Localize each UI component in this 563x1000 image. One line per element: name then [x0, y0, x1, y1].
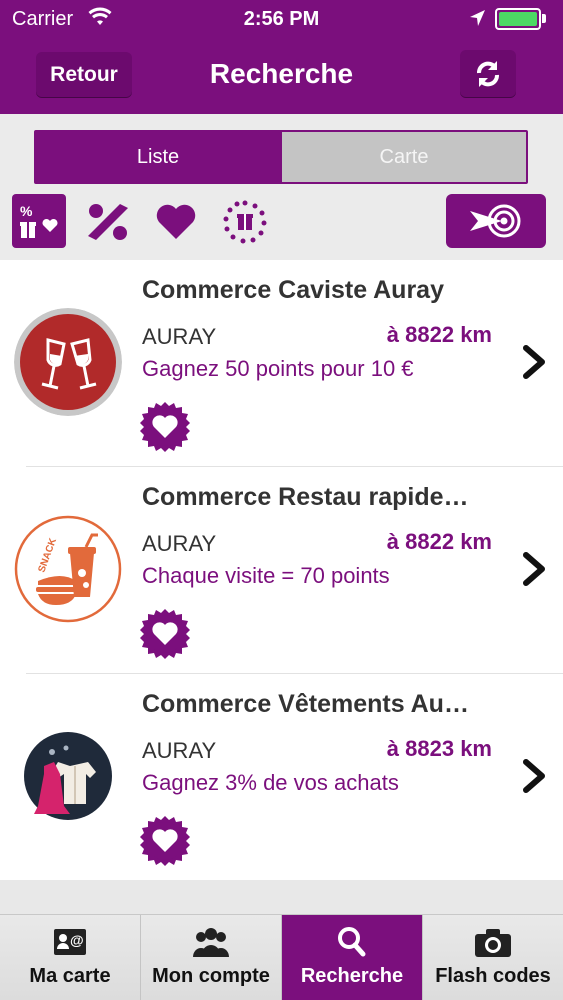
dotted-gift-icon	[223, 200, 267, 244]
favorite-badge-icon[interactable]	[138, 814, 192, 868]
locate-button[interactable]	[446, 194, 546, 248]
results-list: Commerce Caviste Auray AURAY à 8822 km G…	[0, 260, 563, 880]
merchant-name: Commerce Restau rapide…	[142, 483, 469, 511]
tab-map-label: Carte	[379, 145, 429, 168]
percent-icon	[88, 204, 128, 240]
list-bottom-spacer	[0, 880, 563, 914]
merchant-promo: Gagnez 50 points pour 10 €	[142, 356, 414, 381]
snack-icon: SNACK	[14, 515, 122, 623]
filter-all-button[interactable]: %	[12, 194, 66, 248]
merchant-name: Commerce Vêtements Au…	[142, 690, 469, 718]
chevron-right-icon	[523, 552, 545, 586]
location-arrow-icon	[470, 10, 485, 26]
chevron-right-icon	[523, 759, 545, 793]
tab-recherche-label: Recherche	[300, 965, 404, 987]
favorite-badge-icon[interactable]	[138, 400, 192, 454]
tab-bar: @ Ma carte Mon compte Recherche Flash co…	[0, 914, 563, 1000]
refresh-button[interactable]	[460, 50, 516, 98]
tab-mon-compte[interactable]: Mon compte	[141, 915, 282, 1000]
clothes-icon	[24, 732, 112, 820]
svg-text:@: @	[70, 932, 84, 948]
chevron-right-icon	[523, 345, 545, 379]
list-item[interactable]: Commerce Caviste Auray AURAY à 8822 km G…	[0, 260, 563, 467]
merchant-distance: à 8822 km	[386, 529, 492, 554]
id-card-icon: @	[54, 929, 86, 955]
filter-percent-button[interactable]	[82, 194, 134, 250]
list-item[interactable]: Commerce Vêtements Au… AURAY à 8823 km G…	[0, 674, 563, 881]
tab-map[interactable]: Carte	[280, 132, 526, 182]
tab-ma-carte[interactable]: @ Ma carte	[0, 915, 141, 1000]
wine-glasses-icon	[14, 308, 122, 416]
list-item[interactable]: SNACK Commerce Restau rapide… AURAY à 88…	[0, 467, 563, 674]
merchant-city: AURAY	[142, 738, 217, 763]
camera-icon	[475, 929, 511, 957]
tab-flash-codes[interactable]: Flash codes	[423, 915, 563, 1000]
merchant-distance: à 8823 km	[386, 736, 492, 761]
battery-tip	[542, 14, 546, 23]
status-bar: Carrier 2:56 PM	[0, 0, 563, 40]
merchant-city: AURAY	[142, 531, 217, 556]
tab-list-label: Liste	[136, 145, 180, 168]
tab-list[interactable]: Liste	[36, 132, 280, 182]
merchant-logo: SNACK	[14, 515, 122, 623]
filter-favorites-button[interactable]	[150, 194, 202, 250]
tab-mon-compte-label: Mon compte	[152, 965, 270, 987]
view-segmented-control: Liste Carte	[34, 130, 528, 184]
merchant-distance: à 8822 km	[386, 322, 492, 347]
refresh-icon	[477, 61, 499, 87]
percent-gift-heart-icon: %	[20, 203, 58, 238]
merchant-city: AURAY	[142, 324, 217, 349]
search-icon	[338, 927, 366, 957]
svg-text:%: %	[20, 203, 33, 219]
favorite-badge-icon[interactable]	[138, 607, 192, 661]
merchant-logo	[14, 722, 122, 830]
merchant-logo	[14, 308, 122, 416]
tab-recherche[interactable]: Recherche	[282, 915, 423, 1000]
merchant-promo: Gagnez 3% de vos achats	[142, 770, 399, 795]
tab-flash-codes-label: Flash codes	[435, 965, 551, 987]
filter-gift-button[interactable]	[218, 194, 272, 250]
merchant-promo: Chaque visite = 70 points	[142, 563, 390, 588]
target-icon	[470, 204, 521, 238]
heart-icon	[156, 204, 196, 239]
battery-icon	[495, 8, 541, 30]
app-screen: Carrier 2:56 PM Retour Recherche Liste C…	[0, 0, 563, 1000]
merchant-name: Commerce Caviste Auray	[142, 276, 444, 304]
tab-ma-carte-label: Ma carte	[29, 965, 111, 987]
people-icon	[193, 928, 229, 957]
top-bar: Carrier 2:56 PM Retour Recherche	[0, 0, 563, 114]
